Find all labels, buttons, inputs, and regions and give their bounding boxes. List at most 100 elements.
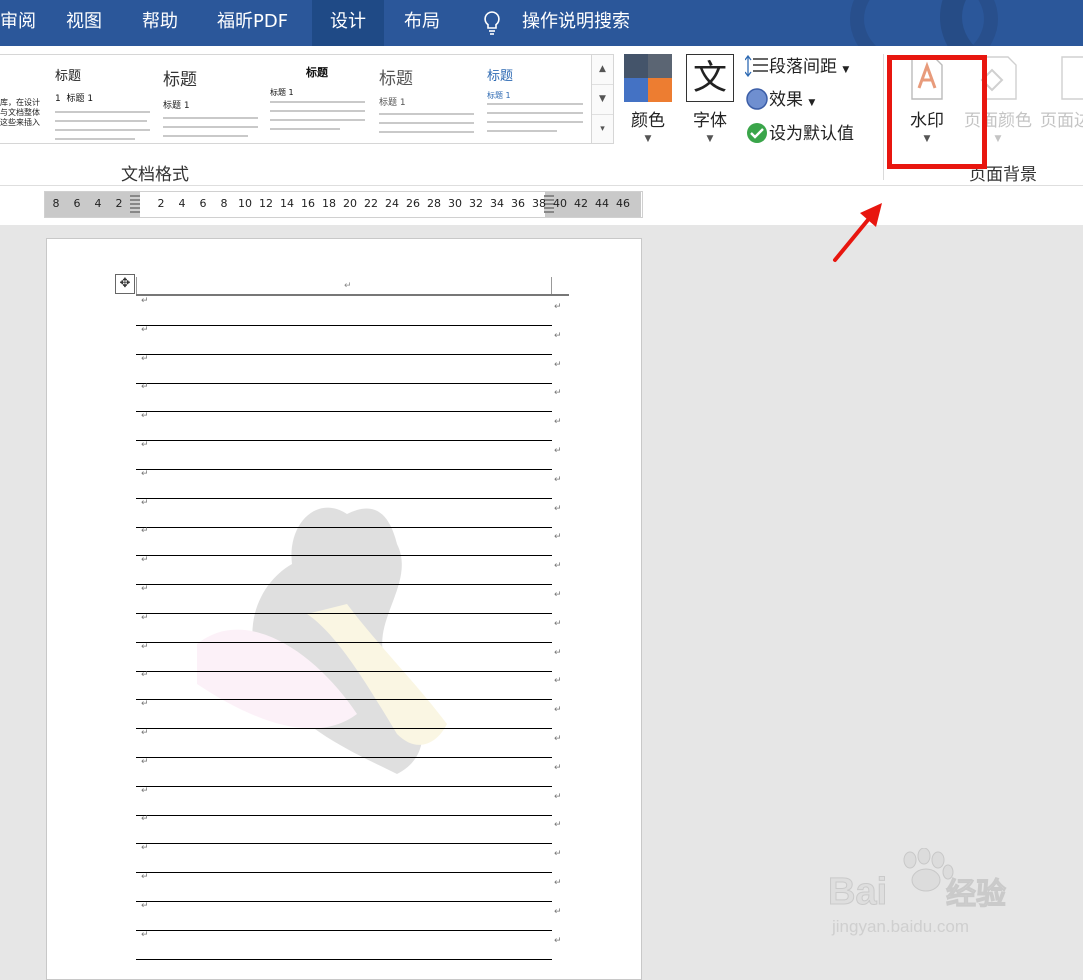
fonts-icon: 文 <box>686 54 734 102</box>
set-as-default-button[interactable]: 设为默认值 <box>745 120 854 148</box>
group-separator <box>883 54 884 180</box>
tab-design[interactable]: 设计 <box>312 0 384 46</box>
table-row[interactable]: ↵ ↵ <box>136 469 562 499</box>
fonts-button[interactable]: 文 字体 ▼ <box>684 52 736 152</box>
table-border <box>136 277 137 295</box>
ruler-number: 8 <box>52 197 60 210</box>
scroll-down-icon[interactable]: ▼ <box>592 85 613 115</box>
table-row[interactable]: ↵ ↵ <box>136 843 562 874</box>
menu-bar: 审阅 视图 帮助 福昕PDF 设计 布局 操作说明搜索 <box>0 0 1083 46</box>
ruler-number: 42 <box>574 197 588 210</box>
ruler-number: 46 <box>616 197 630 210</box>
paragraph-mark: ↵ <box>554 705 562 716</box>
table-border <box>551 277 552 295</box>
scroll-up-icon[interactable]: ▲ <box>592 55 613 85</box>
style-thumb-3[interactable]: 标题 标题 1 <box>270 55 368 141</box>
paragraph-mark: ↵ <box>141 612 149 623</box>
table-row[interactable]: ↵ ↵ <box>136 901 562 931</box>
style-thumb-5[interactable]: 标题 标题 1 <box>487 55 587 141</box>
table-row[interactable]: ↵ ↵ <box>136 785 562 816</box>
paragraph-mark: ↵ <box>141 814 149 825</box>
paragraph-mark: ↵ <box>141 296 149 306</box>
style-thumb-1[interactable]: 标题 1 标题 1 <box>55 55 153 141</box>
gallery-scroll[interactable]: ▲ ▼ ▾ <box>591 54 614 144</box>
page-border-icon <box>1061 56 1083 100</box>
colors-button[interactable]: 颜色 ▼ <box>622 52 674 152</box>
tab-view[interactable]: 视图 <box>66 0 106 46</box>
tab-review[interactable]: 审阅 <box>0 0 40 46</box>
style-thumb-4[interactable]: 标题 标题 1 <box>379 55 477 141</box>
red-arrow-icon <box>833 203 882 262</box>
ruler-number: 16 <box>301 197 315 210</box>
paragraph-mark: ↵ <box>141 785 149 796</box>
table-row[interactable]: ↵ ↵ <box>136 555 562 586</box>
style-gallery: 库，在设计 与文档整体 这些来插入 标题 1 标题 1 标题 标题 1 标题 标… <box>0 54 593 144</box>
table-row[interactable]: ↵ ↵ <box>136 382 562 413</box>
document-page[interactable]: ✥ ↵ ↵ ↵ ↵ ↵ ↵ ↵ ↵ ↵ ↵ ↵ ↵ ↵ ↵ ↵ ↵ ↵ ↵ ↵ ↵ ↵ ↵ ↵ ↵ ↵ ↵ ↵ ↵ ↵ ↵ ↵ ↵ ↵ ↵ ↵ ↵ ↵… <box>46 238 642 980</box>
style-subheading: 标题 1 <box>379 98 406 108</box>
style-subheading: 1 标题 1 <box>55 94 94 104</box>
table-row[interactable]: ↵ ↵ <box>136 728 562 758</box>
style-heading: 标题 <box>306 66 328 79</box>
ruler-number: 38 <box>532 197 546 210</box>
paragraph-mark: ↵ <box>141 670 149 681</box>
effects-button[interactable]: 效果 ▼ <box>745 86 815 114</box>
ruler-number: 44 <box>595 197 609 210</box>
ruler-number: 34 <box>490 197 504 210</box>
paragraph-mark: ↵ <box>554 676 562 687</box>
table-row[interactable]: ↵ ↵ <box>136 526 562 557</box>
table-row[interactable]: ↵ ↵ <box>136 642 562 672</box>
tell-me-search[interactable]: 操作说明搜索 <box>522 0 642 46</box>
table-row[interactable]: ↵ ↵ <box>136 354 562 384</box>
paragraph-mark: ↵ <box>141 929 149 940</box>
svg-text:jingyan.baidu.com: jingyan.baidu.com <box>831 917 969 936</box>
paragraph-spacing-button[interactable]: 段落间距 ▼ <box>744 53 850 81</box>
style-subheading: 标题 1 <box>487 91 511 100</box>
tab-foxit-pdf[interactable]: 福昕PDF <box>217 0 297 46</box>
gallery-expand-icon[interactable]: ▾ <box>592 115 613 144</box>
highlight-box <box>887 55 987 169</box>
effects-icon <box>746 88 768 110</box>
ruler-number: 6 <box>73 197 81 210</box>
chevron-down-icon: ▼ <box>842 65 850 75</box>
baidu-jingyan-logo: Bai 经验 jingyan.baidu.com <box>828 847 1028 938</box>
paragraph-mark: ↵ <box>554 503 562 514</box>
table-row[interactable]: ↵ ↵ <box>136 612 562 643</box>
tab-help[interactable]: 帮助 <box>142 0 182 46</box>
table-row[interactable]: ↵ ↵ <box>136 325 562 355</box>
paragraph-mark: ↵ <box>554 878 562 888</box>
svg-text:经验: 经验 <box>946 877 1006 912</box>
left-indent-handle[interactable] <box>130 195 140 213</box>
table-row[interactable]: ↵ ↵ <box>136 814 562 845</box>
style-thumb-partial[interactable]: 库，在设计 与文档整体 这些来插入 <box>0 55 52 141</box>
table-row[interactable]: ↵ ↵ <box>136 296 562 326</box>
tab-layout[interactable]: 布局 <box>404 0 444 46</box>
paragraph-mark: ↵ <box>554 474 562 485</box>
paragraph-mark: ↵ <box>554 906 562 917</box>
paragraph-mark: ↵ <box>554 446 562 456</box>
ruler-number: 32 <box>469 197 483 210</box>
table-row[interactable]: ↵ ↵ <box>136 872 562 902</box>
table-row[interactable]: ↵ ↵ <box>136 411 562 442</box>
paragraph-mark: ↵ <box>141 555 149 566</box>
ruler-number: 20 <box>343 197 357 210</box>
table-row[interactable]: ↵ ↵ <box>136 699 562 730</box>
decorative-circle <box>940 0 1083 46</box>
paragraph-mark: ↵ <box>554 935 562 946</box>
page-borders-button[interactable]: 页面边 <box>1040 52 1083 152</box>
style-thumb-2[interactable]: 标题 标题 1 <box>163 55 261 141</box>
group-label-document-format: 文档格式 <box>121 165 189 185</box>
table-row[interactable]: ↵ ↵ <box>136 498 562 528</box>
table-row[interactable]: ↵ ↵ <box>136 929 562 960</box>
paragraph-mark: ↵ <box>554 561 562 572</box>
table-row[interactable]: ↵ ↵ <box>136 440 562 470</box>
paragraph-mark: ↵ <box>554 647 562 658</box>
table-row[interactable]: ↵ ↵ <box>136 756 562 787</box>
table-move-handle-icon[interactable]: ✥ <box>115 274 135 294</box>
table-row[interactable]: ↵ ↵ <box>136 584 562 614</box>
paragraph-mark: ↵ <box>141 756 149 767</box>
style-subheading: 标题 1 <box>163 101 190 111</box>
horizontal-ruler[interactable]: 8 6 4 2 2 4 6 8 10 12 14 16 18 20 22 24 26 28 30 32 34 36 38 40… <box>44 191 643 218</box>
ruler-number: 2 <box>115 197 123 210</box>
table-row[interactable]: ↵ ↵ <box>136 670 562 701</box>
